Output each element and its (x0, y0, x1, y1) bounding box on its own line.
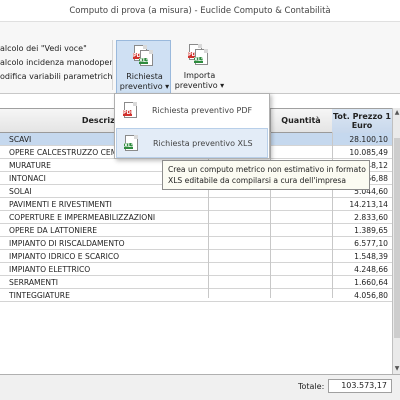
row-descrizione: COPERTURE E IMPERMEABILIZZAZIONI (9, 213, 156, 222)
menu-item-label: Richiesta preventivo PDF (152, 106, 253, 115)
ribbon-item-incidenza-manodopera[interactable]: alcolo incidenza manodopera (0, 56, 112, 70)
table-row[interactable]: IMPIANTO IDRICO E SCARICO 1.548,39 (0, 250, 392, 263)
header-totale[interactable]: Tot. Prezzo 1 Euro (332, 109, 392, 133)
table-row[interactable]: IMPIANTO ELETTRICO 4.248,66 (0, 263, 392, 276)
ribbon-item-variabili-parametriche[interactable]: odifica variabili parametriche (0, 70, 112, 84)
xls-document-icon: XLS (124, 135, 143, 153)
table-row[interactable]: PAVIMENTI E RIVESTIMENTI 14.213,14 (0, 198, 392, 211)
scroll-up-arrow-icon[interactable]: ▲ (393, 108, 400, 118)
row-totale: 4.248,66 (354, 265, 388, 274)
menu-item-label: Richiesta preventivo XLS (153, 139, 253, 148)
header-totale-line2: Euro (351, 121, 373, 130)
row-totale: 6.577,10 (354, 239, 388, 248)
importa-preventivo-icon: PDF XLS (188, 44, 209, 66)
row-totale: 28.100,10 (349, 135, 388, 144)
row-totale: 10.085,49 (349, 148, 388, 157)
window-title: Computo di prova (a misura) - Euclide Co… (69, 6, 331, 16)
pdf-document-icon: PDF (123, 102, 142, 120)
total-value: 103.573,17 (328, 379, 392, 393)
richiesta-preventivo-icon: PDF XLS (133, 45, 154, 67)
row-totale: 1.389,65 (354, 226, 388, 235)
row-totale: 14.213,14 (349, 200, 388, 209)
title-bar: Computo di prova (a misura) - Euclide Co… (0, 0, 400, 22)
vertical-scrollbar[interactable]: ▲ ▼ (392, 108, 400, 374)
table-row[interactable]: OPERE DA LATTONIERE 1.389,65 (0, 224, 392, 237)
totals-bar: Totale: 103.573,17 (0, 374, 400, 400)
row-totale: 4.056,80 (354, 291, 388, 300)
menu-tooltip: Crea un computo metrico non estimativo i… (162, 160, 370, 190)
row-totale: 1.660,64 (354, 278, 388, 287)
menu-item-richiesta-xls[interactable]: XLS Richiesta preventivo XLS (116, 128, 268, 158)
total-label: Totale: (298, 382, 325, 391)
row-descrizione: SERRAMENTI (9, 278, 58, 287)
column-divider (332, 132, 333, 298)
tooltip-line-2: XLS editabile da compilarsi a cura dell'… (168, 176, 347, 185)
importa-label-line2: preventivo ▾ (174, 81, 225, 90)
ribbon-divider (112, 40, 113, 90)
table-row[interactable]: SERRAMENTI 1.660,64 (0, 276, 392, 289)
xls-document-icon: XLS (194, 49, 208, 65)
xls-document-icon: XLS (139, 50, 153, 66)
richiesta-label-line1: Richiesta (126, 72, 163, 81)
richiesta-preventivo-menu: PDF Richiesta preventivo PDF XLS Richies… (114, 93, 270, 159)
table-row[interactable]: IMPIANTO DI RISCALDAMENTO 6.577,10 (0, 237, 392, 250)
richiesta-preventivo-button[interactable]: PDF XLS Richiesta preventivo ▾ (116, 40, 171, 96)
tooltip-line-1: Crea un computo metrico non estimativo i… (168, 165, 366, 174)
header-totale-line1: Tot. Prezzo 1 (333, 112, 391, 121)
row-totale: 1.548,39 (354, 252, 388, 261)
importa-label-line1: Importa (183, 71, 216, 80)
ribbon: alcolo dei "Vedi voce" alcolo incidenza … (0, 22, 400, 96)
row-descrizione: TINTEGGIATURE (9, 291, 70, 300)
header-quantita[interactable]: Quantità (270, 109, 332, 133)
menu-item-richiesta-pdf[interactable]: PDF Richiesta preventivo PDF (116, 96, 268, 126)
row-descrizione: IMPIANTO IDRICO E SCARICO (9, 252, 120, 261)
scroll-down-arrow-icon[interactable]: ▼ (393, 364, 400, 374)
importa-preventivo-button[interactable]: PDF XLS Importa preventivo ▾ (172, 40, 227, 96)
row-descrizione: OPERE DA LATTONIERE (9, 226, 98, 235)
ribbon-command-list: alcolo dei "Vedi voce" alcolo incidenza … (0, 42, 112, 84)
table-row[interactable]: COPERTURE E IMPERMEABILIZZAZIONI 2.833,6… (0, 211, 392, 224)
row-descrizione: IMPIANTO ELETTRICO (9, 265, 91, 274)
column-divider (270, 132, 271, 298)
row-descrizione: PAVIMENTI E RIVESTIMENTI (9, 200, 112, 209)
ribbon-item-vedi-voce[interactable]: alcolo dei "Vedi voce" (0, 42, 112, 56)
row-descrizione: IMPIANTO DI RISCALDAMENTO (9, 239, 125, 248)
row-totale: 2.833,60 (354, 213, 388, 222)
scrollbar-thumb[interactable] (394, 138, 400, 338)
table-row[interactable]: TINTEGGIATURE 4.056,80 (0, 289, 392, 302)
richiesta-label-line2: preventivo ▾ (119, 82, 170, 91)
